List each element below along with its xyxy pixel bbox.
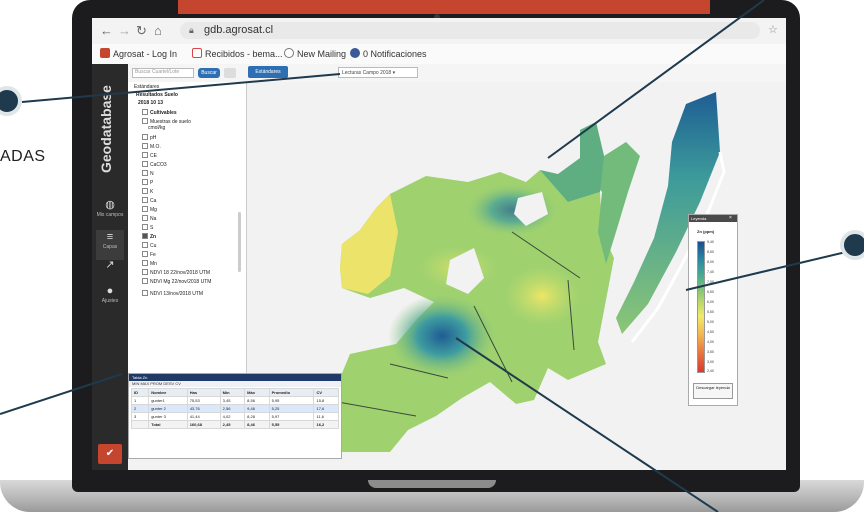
callout-label: ADAS <box>0 148 46 165</box>
callout-dot <box>840 230 864 260</box>
callout-lines <box>0 0 847 512</box>
